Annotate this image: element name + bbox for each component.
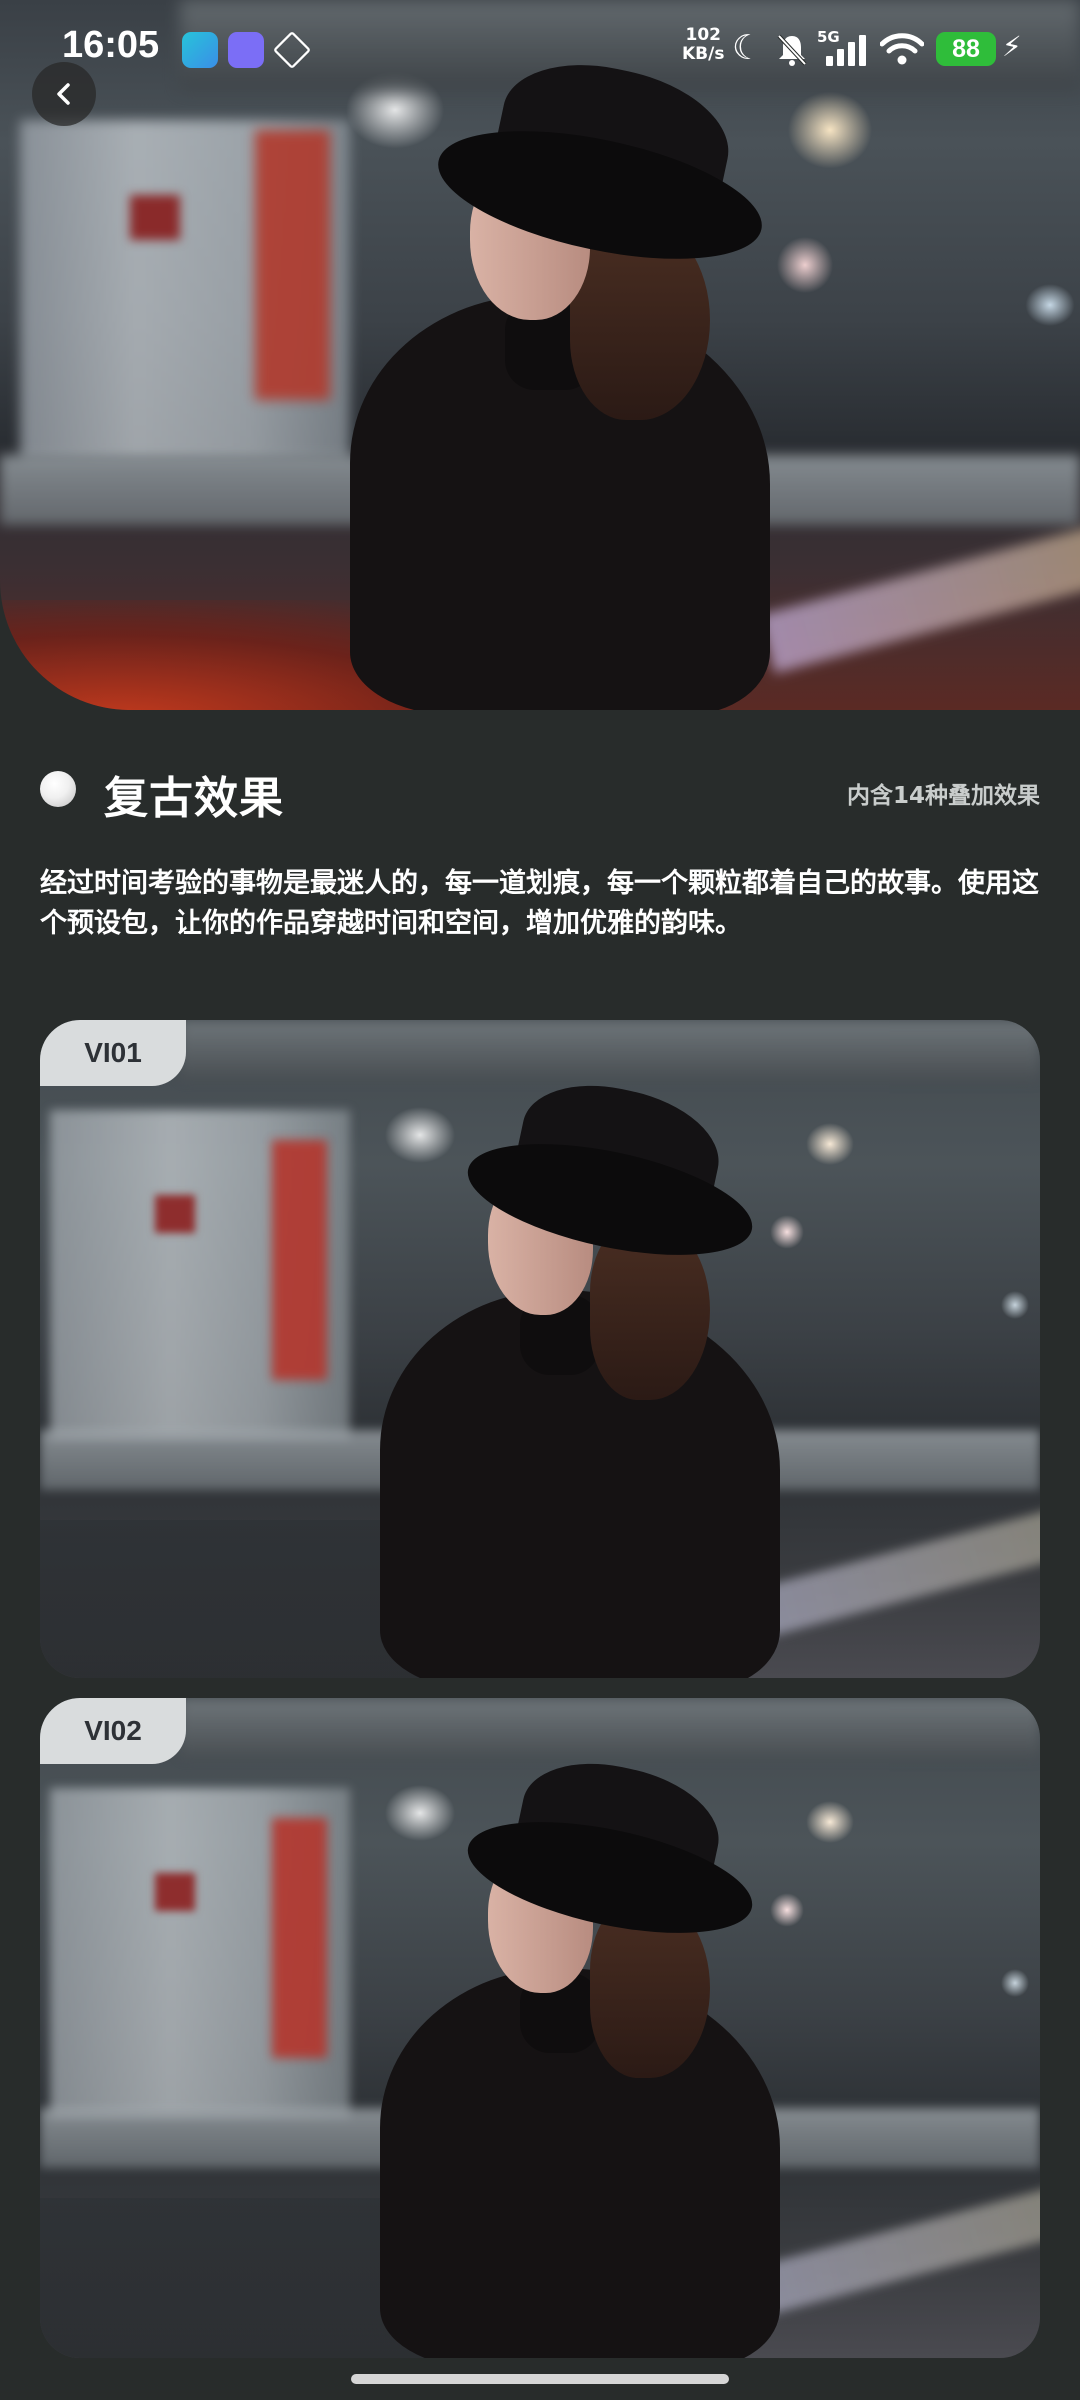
app-notification-icon-3 [272,30,312,70]
app-notification-icon-2 [228,32,264,68]
preset-card[interactable]: VI02 [40,1698,1040,2358]
section-bullet-icon [40,771,76,807]
signal-icon [826,34,870,66]
app-notification-icon [182,32,218,68]
do-not-disturb-icon: ☾ [732,28,763,68]
hero-image [0,0,1080,710]
status-time: 16:05 [62,24,160,66]
page: 16:05 102 KB/s ☾ 5G 88 ⚡ 复古效果 内含14种叠加效果 … [0,0,1080,2400]
preset-label: VI02 [40,1698,186,1764]
status-bar: 16:05 102 KB/s ☾ 5G 88 ⚡ [0,0,1080,100]
wifi-icon [880,33,924,65]
back-button[interactable] [32,62,96,126]
section-title: 复古效果 [104,773,284,824]
muted-bell-icon [777,34,807,66]
preset-person [380,1070,870,1678]
preset-card[interactable]: VI01 [40,1020,1040,1678]
battery-indicator: 88 [936,32,996,66]
section-description: 经过时间考验的事物是最迷人的，每一道划痕，每一个颗粒都着自己的故事。使用这个预设… [40,868,1039,939]
home-indicator[interactable] [351,2374,729,2384]
preset-person [380,1748,870,2358]
chevron-left-icon [57,83,70,105]
section-subtitle: 内含14种叠加效果 [846,783,1040,809]
hero-person [330,47,850,710]
charging-icon: ⚡ [1002,30,1022,63]
network-speed: 102 KB/s [682,25,725,64]
preset-label: VI01 [40,1020,186,1086]
